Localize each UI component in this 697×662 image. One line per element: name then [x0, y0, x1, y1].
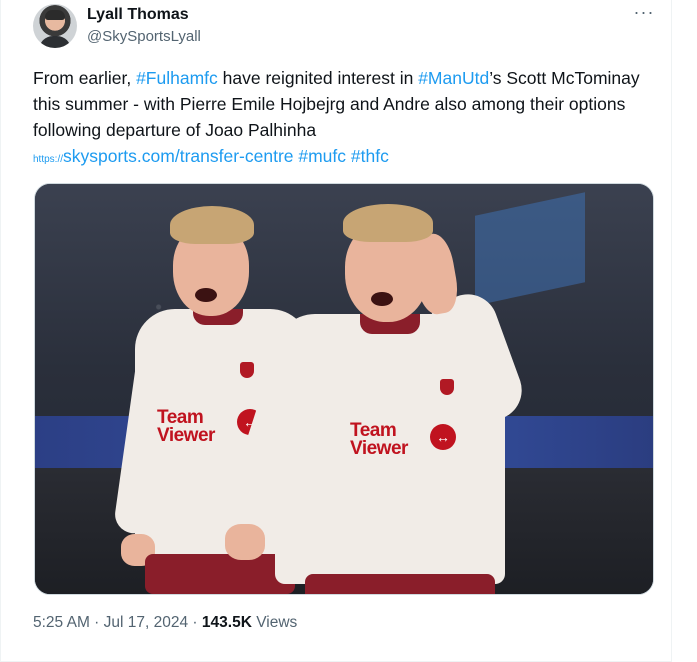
avatar-hair: [45, 10, 65, 20]
tweet-photo[interactable]: RA Team Viewer ↔: [34, 183, 654, 595]
external-link[interactable]: https://skysports.com/transfer-centre: [33, 146, 294, 166]
tweet-time[interactable]: 5:25 AM: [33, 614, 90, 631]
tweet-card: Lyall Thomas @SkySportsLyall ··· From ea…: [0, 0, 672, 662]
player-right-hair: [343, 204, 433, 242]
player-right-sponsor-badge: ↔: [430, 424, 456, 450]
player-left-mouth: [195, 288, 217, 302]
tweet-text-part: have reignited interest in: [217, 68, 419, 88]
hashtag-thfc[interactable]: #thfc: [351, 146, 389, 166]
author-display-name[interactable]: Lyall Thomas: [87, 6, 189, 24]
hashtag-mufc[interactable]: #mufc: [298, 146, 346, 166]
avatar[interactable]: [33, 4, 77, 48]
views-count: 143.5K: [201, 614, 252, 631]
author-handle[interactable]: @SkySportsLyall: [87, 28, 201, 45]
tweet-meta: 5:25 AM · Jul 17, 2024 · 143.5K Views: [33, 614, 297, 632]
player-right-crest: [440, 379, 454, 395]
player-right-mouth: [371, 292, 393, 306]
tweet-date[interactable]: Jul 17, 2024: [104, 614, 188, 631]
more-options-icon[interactable]: ···: [631, 3, 657, 24]
views-label: Views: [251, 614, 298, 631]
meta-separator: ·: [89, 614, 104, 631]
avatar-shirt: [39, 36, 71, 48]
link-protocol: https://: [33, 154, 64, 165]
hashtag-manutd[interactable]: #ManUtd: [418, 68, 489, 88]
player-left-sponsor: Team Viewer: [157, 407, 215, 446]
player-right: Team Viewer ↔: [220, 194, 555, 594]
hashtag-fulhamfc[interactable]: #Fulhamfc: [136, 68, 218, 88]
link-text: skysports.com/transfer-centre: [63, 146, 294, 166]
player-right-sponsor: Team Viewer: [350, 420, 408, 459]
meta-separator: ·: [188, 614, 202, 631]
player-right-lower-hand: [225, 524, 265, 560]
player-right-shorts: [305, 574, 495, 594]
tweet-text-part: From earlier,: [33, 68, 137, 88]
tweet-text: From earlier, #Fulhamfc have reignited i…: [33, 65, 653, 173]
